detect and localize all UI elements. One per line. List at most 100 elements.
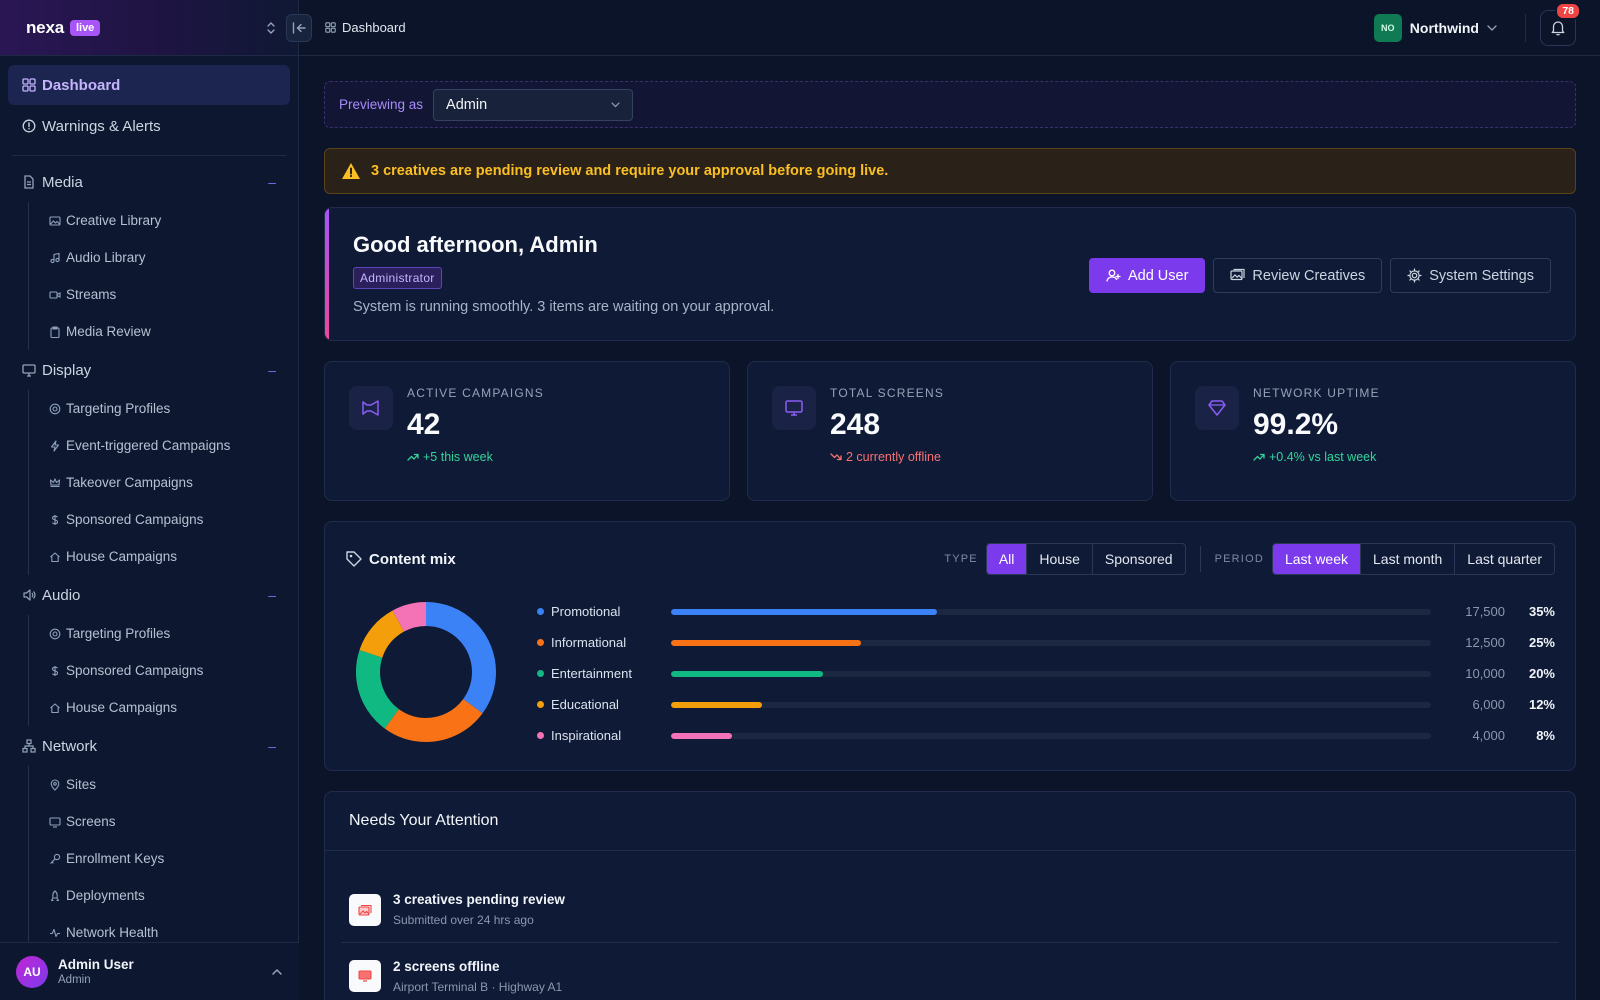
network-subnav: Sites Screens Enrollment Keys Deployment… bbox=[28, 766, 290, 942]
pending-review-alert: 3 creatives are pending review and requi… bbox=[324, 148, 1576, 194]
sidebar-item-takeover-campaigns[interactable]: Takeover Campaigns bbox=[29, 464, 290, 501]
stat-delta-text: +5 this week bbox=[423, 450, 493, 464]
attention-item-subtitle: Submitted over 24 hrs ago bbox=[393, 913, 534, 927]
gear-icon bbox=[1407, 268, 1422, 283]
live-badge: live bbox=[69, 19, 101, 36]
collapse-icon[interactable]: – bbox=[268, 174, 276, 190]
main-content: Previewing as Admin 3 creatives are pend… bbox=[324, 56, 1576, 1000]
alert-circle-icon bbox=[22, 119, 36, 133]
sidebar-section-network[interactable]: Network – bbox=[8, 726, 290, 766]
bar-label: Promotional bbox=[551, 604, 621, 619]
warning-icon bbox=[342, 163, 360, 179]
notifications-button[interactable]: 78 bbox=[1540, 1, 1581, 46]
sidebar-item-audio-targeting-profiles[interactable]: Targeting Profiles bbox=[29, 615, 290, 652]
sidebar-section-audio[interactable]: Audio – bbox=[8, 575, 290, 615]
bar-row-educational[interactable]: Educational 6,000 12% bbox=[537, 689, 1555, 720]
bar-value: 10,000 bbox=[1465, 666, 1505, 681]
period-option-last-quarter[interactable]: Last quarter bbox=[1455, 544, 1554, 574]
review-creatives-button[interactable]: Review Creatives bbox=[1213, 258, 1383, 293]
topbar: Dashboard NO Northwind 78 bbox=[286, 0, 1600, 56]
sidebar-item-label: Event-triggered Campaigns bbox=[66, 438, 231, 453]
chevron-up-icon[interactable] bbox=[271, 968, 283, 976]
screen-icon bbox=[49, 816, 61, 828]
sidebar-item-creative-library[interactable]: Creative Library bbox=[29, 202, 290, 239]
attention-item-screens[interactable]: 2 screens offline Airport Terminal B · H… bbox=[341, 943, 1559, 1000]
system-settings-button[interactable]: System Settings bbox=[1390, 258, 1551, 293]
sidebar-item-display-house-campaigns[interactable]: House Campaigns bbox=[29, 538, 290, 575]
sidebar-item-streams[interactable]: Streams bbox=[29, 276, 290, 313]
stat-delta-text: 2 currently offline bbox=[846, 450, 941, 464]
bar-row-informational[interactable]: Informational 12,500 25% bbox=[537, 627, 1555, 658]
bar-row-promotional[interactable]: Promotional 17,500 35% bbox=[537, 596, 1555, 627]
collapse-sidebar-button[interactable] bbox=[286, 14, 312, 42]
bar-label: Informational bbox=[551, 635, 627, 650]
sidebar-item-deployments[interactable]: Deployments bbox=[29, 877, 290, 914]
sidebar-item-network-health[interactable]: Network Health bbox=[29, 914, 290, 942]
needs-attention-card: Needs Your Attention 3 creatives pending… bbox=[324, 791, 1576, 1000]
sidebar-item-media-review[interactable]: Media Review bbox=[29, 313, 290, 350]
collapse-icon[interactable]: – bbox=[268, 738, 276, 754]
period-segmented-control: Last week Last month Last quarter bbox=[1271, 543, 1555, 575]
sidebar-item-screens[interactable]: Screens bbox=[29, 803, 290, 840]
bar-row-inspirational[interactable]: Inspirational 4,000 8% bbox=[537, 720, 1555, 751]
sidebar-item-warnings[interactable]: Warnings & Alerts bbox=[8, 106, 290, 146]
type-option-sponsored[interactable]: Sponsored bbox=[1093, 544, 1185, 574]
bar-value: 4,000 bbox=[1472, 728, 1505, 743]
bar-fill bbox=[671, 732, 732, 739]
preview-label: Previewing as bbox=[339, 97, 424, 112]
activity-icon bbox=[50, 928, 60, 937]
sidebar-item-display-sponsored-campaigns[interactable]: Sponsored Campaigns bbox=[29, 501, 290, 538]
bar-percent: 12% bbox=[1528, 697, 1555, 712]
attention-item-creatives[interactable]: 3 creatives pending review Submitted ove… bbox=[341, 877, 1559, 943]
sidebar-item-audio-library[interactable]: Audio Library bbox=[29, 239, 290, 276]
preview-role-select[interactable]: Admin bbox=[433, 88, 634, 121]
collapse-icon[interactable]: – bbox=[268, 587, 276, 603]
sidebar-item-enrollment-keys[interactable]: Enrollment Keys bbox=[29, 840, 290, 877]
sidebar-item-event-triggered-campaigns[interactable]: Event-triggered Campaigns bbox=[29, 427, 290, 464]
bar-value: 6,000 bbox=[1472, 697, 1505, 712]
type-option-all[interactable]: All bbox=[986, 544, 1028, 574]
breadcrumb[interactable]: Dashboard bbox=[325, 20, 406, 35]
content-mix-title: Content mix bbox=[345, 550, 456, 568]
bar-fill bbox=[671, 608, 937, 615]
user-role: Admin bbox=[58, 974, 91, 986]
images-icon bbox=[49, 215, 61, 226]
megaphone-icon bbox=[349, 386, 393, 430]
period-option-last-week[interactable]: Last week bbox=[1272, 544, 1362, 574]
collapse-icon[interactable]: – bbox=[268, 362, 276, 378]
monitor-icon bbox=[22, 364, 36, 377]
role-badge: Administrator bbox=[353, 267, 442, 289]
sidebar-item-label: House Campaigns bbox=[66, 700, 178, 715]
topbar-divider bbox=[1525, 13, 1526, 42]
bar-percent: 20% bbox=[1528, 666, 1555, 681]
workspace-switch-icon[interactable] bbox=[262, 19, 280, 37]
dollar-icon bbox=[51, 665, 59, 676]
type-option-house[interactable]: House bbox=[1027, 544, 1093, 574]
user-menu[interactable]: AU Admin User Admin bbox=[0, 942, 299, 1000]
preview-selected-value: Admin bbox=[446, 96, 488, 113]
sidebar-item-audio-sponsored-campaigns[interactable]: Sponsored Campaigns bbox=[29, 652, 290, 689]
sidebar-section-media[interactable]: Media – bbox=[8, 162, 290, 202]
org-switcher[interactable]: NO Northwind bbox=[1373, 13, 1497, 42]
sidebar-item-audio-house-campaigns[interactable]: House Campaigns bbox=[29, 689, 290, 726]
bar-fill bbox=[671, 639, 861, 646]
legend-dot bbox=[537, 732, 544, 739]
stat-value: 248 bbox=[830, 408, 881, 441]
period-option-last-month[interactable]: Last month bbox=[1361, 544, 1456, 574]
sidebar-item-label: Network Health bbox=[66, 925, 159, 940]
sidebar-item-sites[interactable]: Sites bbox=[29, 766, 290, 803]
sidebar-section-display[interactable]: Display – bbox=[8, 350, 290, 390]
content-mix-donut-chart bbox=[356, 602, 496, 742]
bar-row-entertainment[interactable]: Entertainment 10,000 20% bbox=[537, 658, 1555, 689]
screen-icon bbox=[349, 960, 381, 992]
sidebar-item-display-targeting-profiles[interactable]: Targeting Profiles bbox=[29, 390, 290, 427]
sidebar-item-dashboard[interactable]: Dashboard bbox=[8, 65, 290, 105]
sidebar-item-label: Streams bbox=[66, 287, 117, 302]
sidebar-item-label: Screens bbox=[66, 814, 116, 829]
add-user-button[interactable]: Add User bbox=[1088, 258, 1206, 293]
dollar-icon bbox=[51, 514, 59, 525]
collapse-left-icon bbox=[292, 22, 306, 34]
avatar: AU bbox=[16, 955, 48, 988]
trend-up-icon bbox=[1253, 453, 1265, 461]
stat-label: Total Screens bbox=[830, 386, 945, 400]
